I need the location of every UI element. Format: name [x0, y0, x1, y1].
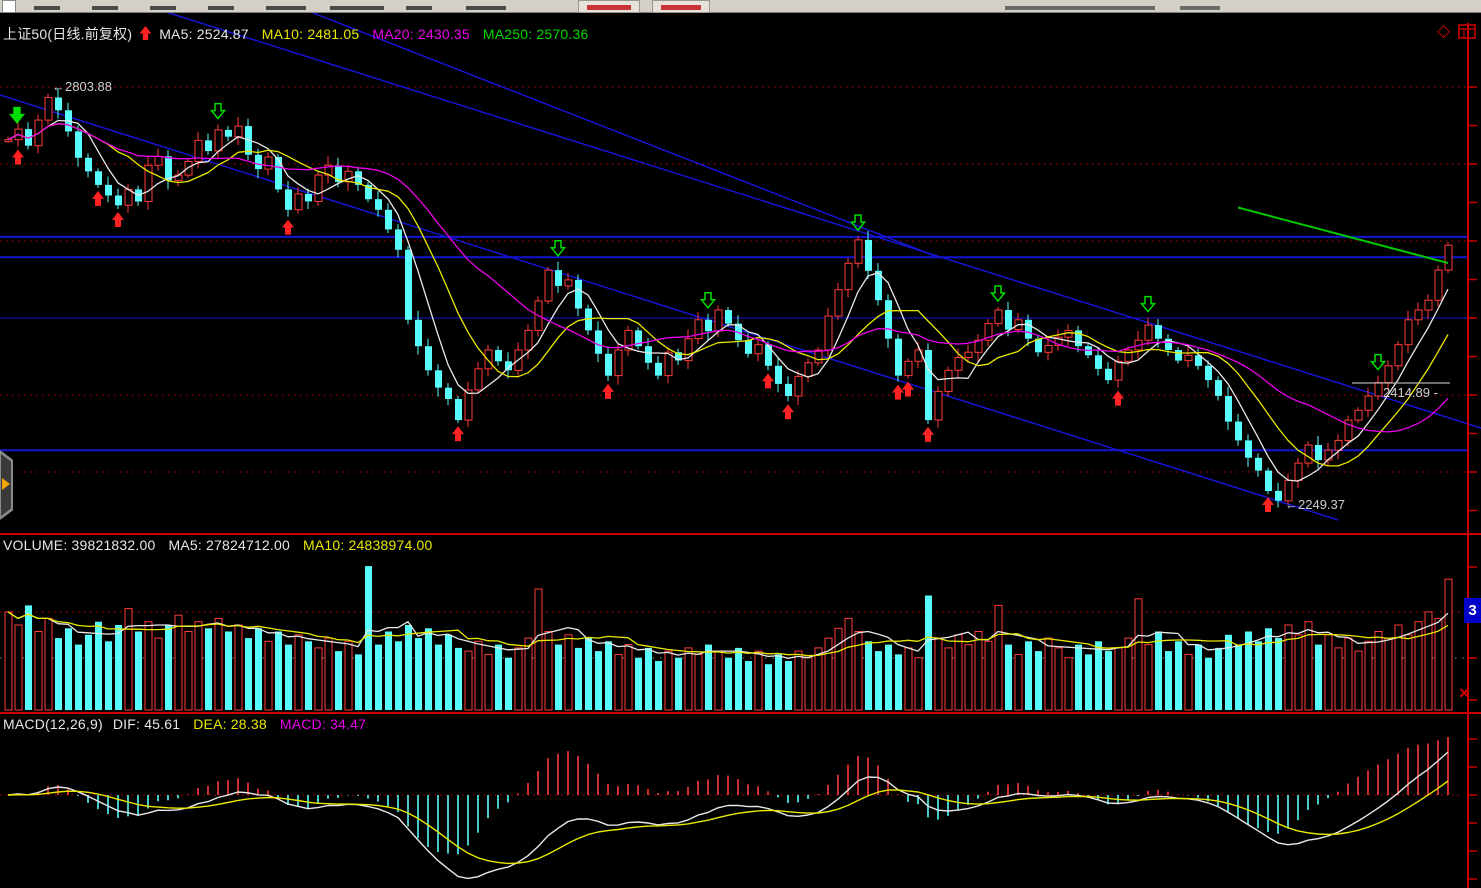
menu-item-stub[interactable]: [92, 6, 118, 10]
volume-axis-label: 3: [1464, 598, 1481, 623]
ma10-value: MA10: 2481.05: [262, 26, 360, 42]
menu-status-stub: [1180, 6, 1220, 10]
menu-item-stub[interactable]: [34, 6, 60, 10]
sell-signal-arrow: [1142, 297, 1155, 312]
sell-signal-arrow: [992, 286, 1005, 301]
dea-value: DEA: 28.38: [193, 716, 267, 732]
high-price-label: ←2803.88: [52, 79, 112, 94]
expand-arrow-icon: [2, 478, 10, 490]
macd-value: MACD: 34.47: [280, 716, 366, 732]
menu-item-stub[interactable]: [330, 6, 384, 10]
toolbar-button-stub[interactable]: [578, 0, 640, 13]
ma5-value: MA5: 2524.87: [159, 26, 249, 42]
toolbar-button-stub[interactable]: [652, 0, 710, 13]
menu-item-stub[interactable]: [266, 6, 306, 10]
ma20-value: MA20: 2430.35: [372, 26, 470, 42]
menu-item-stub[interactable]: [150, 6, 176, 10]
ma250-value: MA250: 2570.36: [483, 26, 589, 42]
main-chart-header: 上证50(日线.前复权) MA5: 2524.87 MA10: 2481.05 MA2…: [3, 24, 601, 44]
volume-ma5-value: MA5: 27824712.00: [168, 537, 290, 553]
buy-signal-arrow: [12, 149, 24, 164]
macd-header: MACD(12,26,9) DIF: 45.61 DEA: 28.38 MACD: 3…: [3, 716, 379, 732]
buy-signal-arrow: [902, 382, 914, 397]
diamond-icon[interactable]: ◇: [1437, 22, 1450, 39]
buy-signal-arrow: [922, 427, 934, 442]
menu-item-stub[interactable]: [208, 6, 234, 10]
buy-signal-arrow: [452, 426, 464, 441]
volume-ma10-value: MA10: 24838974.00: [303, 537, 433, 553]
sell-signal-arrow: [552, 241, 565, 256]
buy-signal-arrow: [602, 384, 614, 399]
volume-value: VOLUME: 39821832.00: [3, 537, 155, 553]
trend-up-icon: [139, 28, 152, 44]
menu-bar: [0, 0, 1481, 13]
macd-name: MACD(12,26,9): [3, 716, 103, 732]
buy-signal-arrow: [1112, 391, 1124, 406]
menu-status-stub: [1005, 6, 1155, 10]
sell-signal-arrow: [11, 108, 24, 123]
macd-panel[interactable]: [0, 737, 1477, 879]
chart-canvas[interactable]: [0, 0, 1481, 888]
symbol-title: 上证50(日线.前复权): [3, 26, 132, 42]
buy-signal-arrow: [782, 404, 794, 419]
volume-panel[interactable]: [0, 566, 1477, 710]
menu-item-stub[interactable]: [406, 6, 432, 10]
volume-header: VOLUME: 39821832.00 MA5: 27824712.00 MA10:…: [3, 537, 446, 553]
buy-signal-arrow: [92, 191, 104, 206]
close-marker-icon[interactable]: ×: [1459, 683, 1470, 704]
buy-signal-arrow: [112, 212, 124, 227]
multi-window-icon[interactable]: [1458, 23, 1477, 45]
buy-signal-arrow: [282, 220, 294, 235]
dif-value: DIF: 45.61: [113, 716, 180, 732]
buy-signal-arrow: [892, 385, 904, 400]
trading-app-window: 上证50(日线.前复权) MA5: 2524.87 MA10: 2481.05 MA2…: [0, 0, 1481, 888]
hline-price-label: 2414.89 -: [1383, 385, 1438, 400]
main-price-panel[interactable]: [0, 0, 1481, 520]
buy-signal-arrow: [762, 373, 774, 388]
sidebar-expand-handle[interactable]: [0, 450, 13, 520]
menu-logo-stub[interactable]: [2, 0, 16, 13]
low-price-label: ←2249.37: [1285, 497, 1345, 512]
menu-item-stub[interactable]: [466, 6, 506, 10]
sell-signal-arrow: [212, 104, 225, 119]
sell-signal-arrow: [1372, 355, 1385, 370]
sell-signal-arrow: [702, 293, 715, 308]
